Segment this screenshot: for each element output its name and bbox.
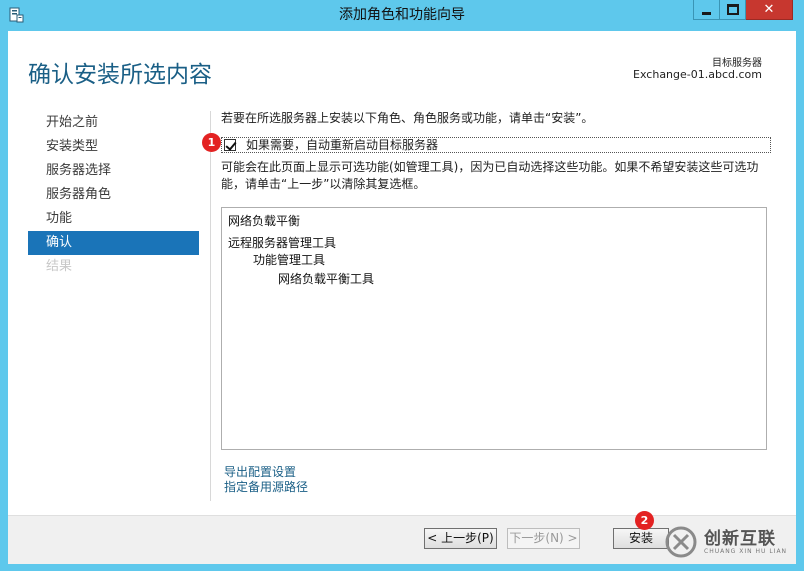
list-item: 远程服务器管理工具 bbox=[228, 236, 337, 250]
nav-item-results: 结果 bbox=[46, 259, 73, 274]
nav-item-server-selection[interactable]: 服务器选择 bbox=[28, 159, 199, 183]
watermark-logo: 创新互联 CHUANG XIN HU LIAN bbox=[664, 521, 804, 563]
close-icon: ✕ bbox=[763, 1, 775, 17]
page-title: 确认安装所选内容 bbox=[28, 62, 212, 88]
target-server-value: Exchange-01.abcd.com bbox=[633, 68, 762, 81]
restart-checkbox-label[interactable]: 如果需要，自动重新启动目标服务器 bbox=[246, 138, 438, 152]
restart-checkbox-row[interactable]: 如果需要，自动重新启动目标服务器 bbox=[221, 137, 771, 153]
maximize-button[interactable] bbox=[720, 0, 746, 20]
nav-item-server-roles[interactable]: 服务器角色 bbox=[28, 183, 199, 207]
optional-features-note: 可能会在此页面上显示可选功能(如管理工具)，因为已自动选择这些功能。如果不希望安… bbox=[221, 160, 759, 191]
minimize-icon bbox=[702, 11, 711, 15]
watermark-subtext: CHUANG XIN HU LIAN bbox=[704, 547, 788, 555]
nav-divider bbox=[210, 111, 211, 501]
maximize-icon bbox=[726, 4, 739, 15]
nav-item-installation-type[interactable]: 安装类型 bbox=[28, 135, 199, 159]
server-manager-icon bbox=[8, 7, 24, 23]
selection-list[interactable]: 网络负载平衡 远程服务器管理工具 功能管理工具 网络负载平衡工具 bbox=[221, 207, 767, 450]
close-button[interactable]: ✕ bbox=[746, 0, 793, 20]
next-button: 下一步(N) > bbox=[507, 528, 580, 549]
nav-item-confirmation[interactable]: 确认 bbox=[28, 231, 199, 255]
list-item: 功能管理工具 bbox=[253, 253, 326, 267]
intro-text: 若要在所选服务器上安装以下角色、角色服务或功能，请单击“安装”。 bbox=[221, 111, 594, 125]
alternate-source-link[interactable]: 指定备用源路径 bbox=[224, 480, 308, 495]
restart-checkbox[interactable] bbox=[224, 139, 236, 151]
list-item: 网络负载平衡工具 bbox=[278, 272, 375, 286]
target-server-label: 目标服务器 bbox=[712, 58, 762, 69]
watermark-icon bbox=[665, 526, 697, 558]
confirmation-content: 若要在所选服务器上安装以下角色、角色服务或功能，请单击“安装”。 1 如果需要，… bbox=[202, 109, 781, 191]
window-title: 添加角色和功能向导 bbox=[339, 7, 465, 23]
annotation-badge-2: 2 bbox=[635, 511, 654, 530]
title-bar: 添加角色和功能向导 ✕ bbox=[0, 0, 804, 31]
nav-item-before-you-begin[interactable]: 开始之前 bbox=[28, 111, 199, 135]
list-item: 网络负载平衡 bbox=[228, 214, 301, 228]
annotation-badge-1: 1 bbox=[202, 133, 221, 152]
wizard-body: 确认安装所选内容 目标服务器 Exchange-01.abcd.com 开始之前… bbox=[8, 31, 796, 564]
previous-button[interactable]: < 上一步(P) bbox=[424, 528, 497, 549]
watermark-text: 创新互联 bbox=[704, 528, 776, 549]
minimize-button[interactable] bbox=[693, 0, 720, 20]
nav-item-features[interactable]: 功能 bbox=[28, 207, 199, 231]
export-config-link[interactable]: 导出配置设置 bbox=[224, 465, 308, 480]
links-area: 导出配置设置 指定备用源路径 bbox=[224, 465, 308, 495]
wizard-nav: 开始之前 安装类型 服务器选择 服务器角色 功能 确认 结果 bbox=[28, 111, 199, 279]
install-button[interactable]: 安装 bbox=[613, 528, 669, 549]
